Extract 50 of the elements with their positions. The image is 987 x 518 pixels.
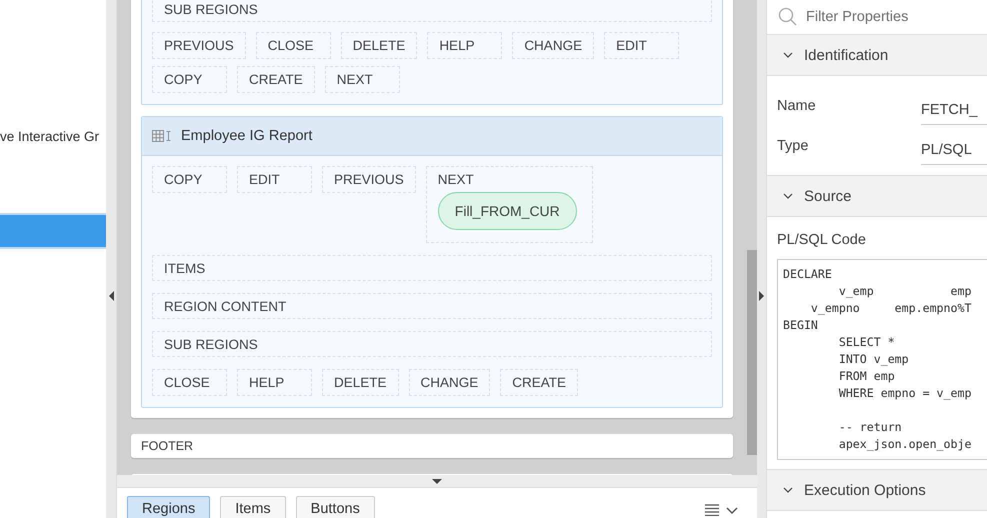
region-header[interactable]: Employee IG Report [142, 117, 722, 156]
tab[interactable]: Regions [127, 496, 210, 518]
tab[interactable]: Buttons [296, 496, 375, 518]
button-slot: EDIT [604, 32, 680, 59]
button-slot: DELETE [340, 32, 418, 59]
tree-item[interactable]: ve Interactive Gr [0, 129, 106, 149]
region-slot: SUB REGIONS [152, 0, 712, 22]
group-header[interactable]: Source [767, 176, 987, 217]
footer-slot: FOOTER [131, 434, 733, 458]
region-slot: SUB REGIONS [152, 331, 712, 357]
group-header[interactable]: Identification [767, 35, 987, 76]
button-slot: HELP [427, 32, 502, 59]
property-label: PL/SQL Code [777, 231, 867, 250]
property-field[interactable]: PL/SQL [921, 136, 987, 164]
property-label: Name [777, 98, 817, 114]
group-title: Execution Options [804, 482, 926, 498]
collapse-down-icon[interactable] [432, 478, 442, 484]
tab[interactable]: Items [220, 496, 286, 518]
collapse-right-icon[interactable] [759, 291, 764, 301]
slot-label: PREVIOUS [334, 172, 404, 187]
group-header[interactable]: Execution Options [767, 470, 987, 511]
slot-label: NEXT [438, 172, 475, 187]
button-slot: COPY [152, 66, 227, 93]
button-slot: CLOSE [152, 369, 227, 396]
button-slot: CHANGE [512, 32, 594, 59]
region-slot: REGION CONTENT [152, 293, 712, 319]
slot-label: EDIT [249, 172, 280, 187]
slot-label: COPY [164, 172, 202, 187]
button-chip[interactable]: Fill_FROM_CUR [438, 192, 577, 230]
group-title: Identification [804, 46, 888, 64]
button-slot: HELP [237, 369, 312, 396]
scrollbar-thumb[interactable] [747, 250, 757, 455]
group-title: Source [804, 188, 852, 204]
button-slot: NEXT [324, 66, 400, 93]
button-slot: CREATE [500, 369, 578, 396]
code-editor[interactable]: DECLARE v_emp emp v_empno emp.empno%T BEGIN SELECT * INTO v_emp FROM emp WHERE empno = v_emp -- return apex_json.open_obje [777, 259, 987, 460]
collapse-left-icon[interactable] [108, 291, 114, 301]
button-slot: PREVIOUS [152, 32, 246, 59]
button-slot: CHANGE [408, 369, 490, 396]
property-label: Type [777, 138, 810, 154]
region-slot: ITEMS [152, 255, 712, 281]
button-slot: CLOSE [256, 32, 331, 59]
menu-icon[interactable] [705, 504, 739, 516]
button-slot: CREATE [237, 66, 315, 93]
property-field[interactable]: FETCH_ [921, 96, 987, 124]
button-slot: DELETE [322, 369, 399, 396]
grid-icon [152, 130, 172, 142]
filter-field[interactable]: Filter Properties [806, 9, 976, 25]
search-icon [778, 7, 798, 27]
region-title: Employee IG Report [181, 128, 312, 144]
